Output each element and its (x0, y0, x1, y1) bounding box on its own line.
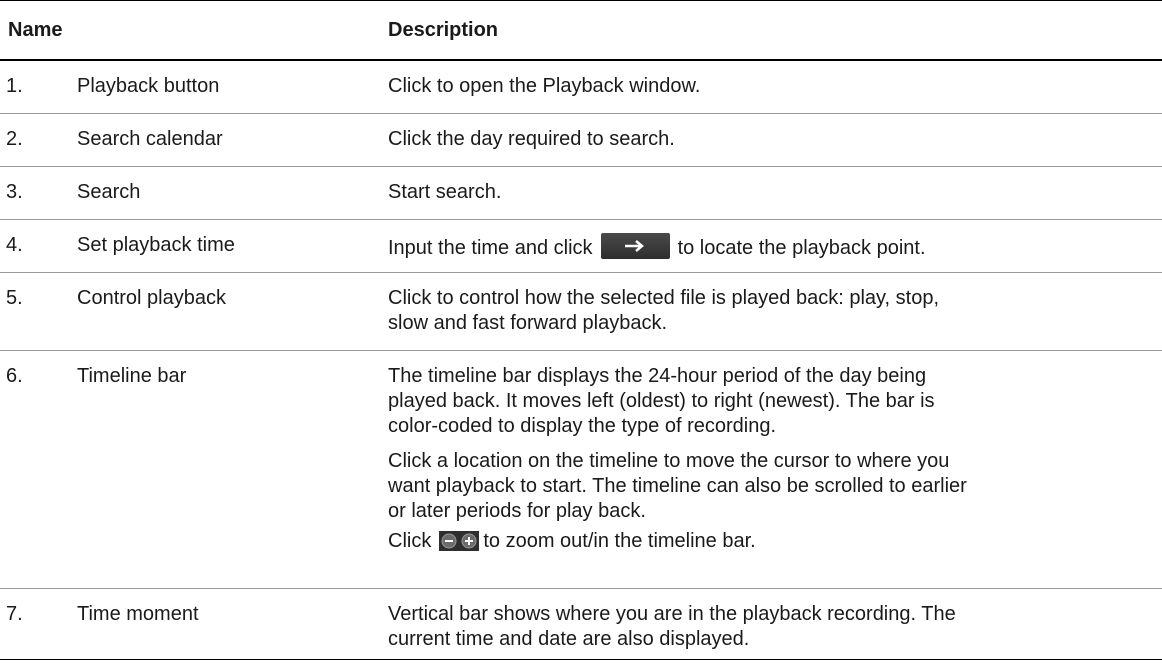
header-description: Description (388, 19, 499, 41)
table-row: 1. Playback button Click to open the Pla… (0, 61, 1162, 114)
table-row: 2. Search calendar Click the day require… (0, 114, 1162, 167)
row-number: 3. (6, 181, 23, 203)
row-description: Vertical bar shows where you are in the … (388, 602, 1148, 652)
right-arrow-icon (624, 240, 644, 252)
row-description: Click to open the Playback window. (388, 74, 1148, 99)
description-line: The timeline bar displays the 24-hour pe… (388, 365, 927, 387)
row-number: 7. (6, 603, 23, 625)
table-row: 3. Search Start search. (0, 167, 1162, 220)
description-line: Vertical bar shows where you are in the … (388, 603, 956, 625)
row-name: Playback button (77, 75, 220, 97)
row-number: 6. (6, 365, 23, 387)
description-line: want playback to start. The timeline can… (388, 475, 967, 497)
row-number: 1. (6, 75, 23, 97)
description-text: Click (388, 530, 432, 552)
row-name: Control playback (77, 287, 226, 309)
row-description: Input the time and click to locate the pl… (388, 233, 1148, 261)
description-line: Click a location on the timeline to move… (388, 450, 950, 472)
description-line: Click to control how the selected file i… (388, 287, 940, 309)
locate-button-image (600, 233, 670, 259)
description-line: color-coded to display the type of recor… (388, 415, 776, 437)
description-line: slow and fast forward playback. (388, 312, 668, 334)
description-line: Click to zoom out/in the timeline bar. (388, 529, 1148, 558)
description-text: Input the time and click (388, 237, 593, 259)
description-line: current time and date are also displayed… (388, 628, 750, 650)
row-name: Timeline bar (77, 365, 187, 387)
row-description: Click the day required to search. (388, 127, 1148, 152)
table-header: Name Description (0, 0, 1162, 61)
row-name: Search calendar (77, 128, 223, 150)
row-description: Click to control how the selected file i… (388, 286, 1148, 336)
table-row: 4. Set playback time Input the time and … (0, 220, 1162, 273)
row-description: The timeline bar displays the 24-hour pe… (388, 364, 1148, 558)
row-number: 2. (6, 128, 23, 150)
table-row: 7. Time moment Vertical bar shows where … (0, 589, 1162, 660)
row-number: 5. (6, 287, 23, 309)
row-number: 4. (6, 234, 23, 256)
description-table: Name Description 1. Playback button Clic… (0, 0, 1162, 660)
description-line: Click to open the Playback window. (388, 75, 701, 97)
row-name: Search (77, 181, 141, 203)
table-row: 5. Control playback Click to control how… (0, 273, 1162, 351)
description-line: or later periods for play back. (388, 500, 646, 522)
row-description: Start search. (388, 180, 1148, 205)
zoom-out-zoom-in-icon (439, 531, 480, 558)
description-text: to zoom out/in the timeline bar. (483, 530, 756, 552)
row-name: Set playback time (77, 234, 235, 256)
table-row: 6. Timeline bar The timeline bar display… (0, 351, 1162, 589)
description-line: Start search. (388, 181, 502, 203)
header-name: Name (8, 19, 63, 41)
description-line: Click the day required to search. (388, 128, 675, 150)
description-line: played back. It moves left (oldest) to r… (388, 390, 935, 412)
description-text: to locate the playback point. (677, 237, 926, 259)
row-name: Time moment (77, 603, 199, 625)
